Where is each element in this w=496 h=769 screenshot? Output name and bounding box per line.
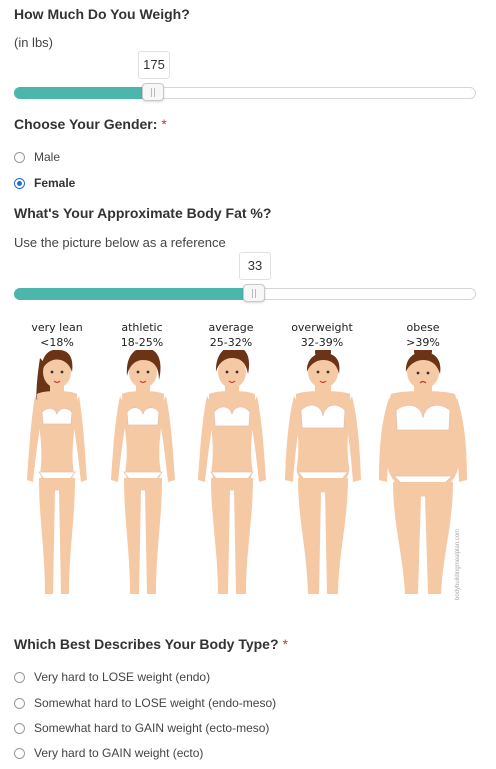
category-name: athletic xyxy=(121,321,163,334)
bodyfat-question-title: What's Your Approximate Body Fat %? xyxy=(14,205,272,221)
category-range: 32-39% xyxy=(300,336,344,349)
bodyfat-slider[interactable]: 33 xyxy=(14,252,476,302)
radio-ecto-meso[interactable] xyxy=(14,722,25,734)
required-mark: * xyxy=(161,116,167,132)
category-range: 18-25% xyxy=(120,336,164,349)
radio-endo[interactable] xyxy=(14,671,25,683)
weight-slider-handle[interactable] xyxy=(142,83,164,101)
bodyfat-slider-fill xyxy=(14,288,254,300)
body-fat-reference-image xyxy=(27,350,467,594)
radio-endo-meso[interactable] xyxy=(14,697,25,709)
category-name: overweight xyxy=(291,321,353,334)
bodytype-option-endo[interactable]: Very hard to LOSE weight (endo) xyxy=(14,670,210,684)
weight-unit-note: (in lbs) xyxy=(14,35,54,50)
radio-female[interactable] xyxy=(14,177,25,189)
category-name: very lean xyxy=(31,321,83,334)
radio-male[interactable] xyxy=(14,151,25,163)
bodyfat-hint: Use the picture below as a reference xyxy=(14,235,226,250)
bodytype-question-title: Which Best Describes Your Body Type? * xyxy=(14,636,288,652)
figure-athletic xyxy=(111,350,175,594)
weight-question-title: How Much Do You Weigh? xyxy=(14,6,190,22)
bodyfat-slider-handle[interactable] xyxy=(243,284,265,302)
bodytype-option-ecto[interactable]: Very hard to GAIN weight (ecto) xyxy=(14,746,203,760)
weight-slider[interactable]: 175 xyxy=(14,51,476,101)
bodytype-option-endo-meso-label: Somewhat hard to LOSE weight (endo-meso) xyxy=(34,696,277,710)
bodytype-option-endo-label: Very hard to LOSE weight (endo) xyxy=(34,670,211,684)
bodyfat-label-very-lean: very lean <18% xyxy=(9,320,105,350)
bodyfat-label-overweight: overweight 32-39% xyxy=(274,320,370,350)
category-name: obese xyxy=(406,321,440,334)
bodyfat-label-obese: obese >39% xyxy=(375,320,471,350)
bodyfat-label-average: average 25-32% xyxy=(183,320,279,350)
category-range: <18% xyxy=(40,336,74,349)
radio-ecto[interactable] xyxy=(14,747,25,759)
gender-option-male-label: Male xyxy=(34,150,61,164)
figure-very-lean xyxy=(27,350,87,594)
gender-option-female[interactable]: Female xyxy=(14,176,75,190)
category-name: average xyxy=(208,321,254,334)
weight-slider-fill xyxy=(14,87,153,99)
weight-value-tooltip: 175 xyxy=(138,51,170,79)
bodytype-option-ecto-label: Very hard to GAIN weight (ecto) xyxy=(34,746,204,760)
figure-average xyxy=(198,350,266,594)
figure-obese xyxy=(379,350,467,594)
gender-question-title: Choose Your Gender: * xyxy=(14,116,167,132)
bodytype-option-ecto-meso[interactable]: Somewhat hard to GAIN weight (ecto-meso) xyxy=(14,721,269,735)
bodytype-option-ecto-meso-label: Somewhat hard to GAIN weight (ecto-meso) xyxy=(34,721,270,735)
image-watermark: bodybuildingmealplan.com xyxy=(455,528,461,600)
bodytype-question-label: Which Best Describes Your Body Type? xyxy=(14,636,279,652)
required-mark: * xyxy=(282,636,288,652)
gender-question-label: Choose Your Gender: xyxy=(14,116,158,132)
bodyfat-value-tooltip: 33 xyxy=(239,252,271,280)
gender-option-male[interactable]: Male xyxy=(14,150,60,164)
bodyfat-label-athletic: athletic 18-25% xyxy=(94,320,190,350)
gender-option-female-label: Female xyxy=(34,176,76,190)
bodytype-option-endo-meso[interactable]: Somewhat hard to LOSE weight (endo-meso) xyxy=(14,696,276,710)
category-range: >39% xyxy=(406,336,440,349)
category-range: 25-32% xyxy=(209,336,253,349)
figure-overweight xyxy=(285,350,361,594)
